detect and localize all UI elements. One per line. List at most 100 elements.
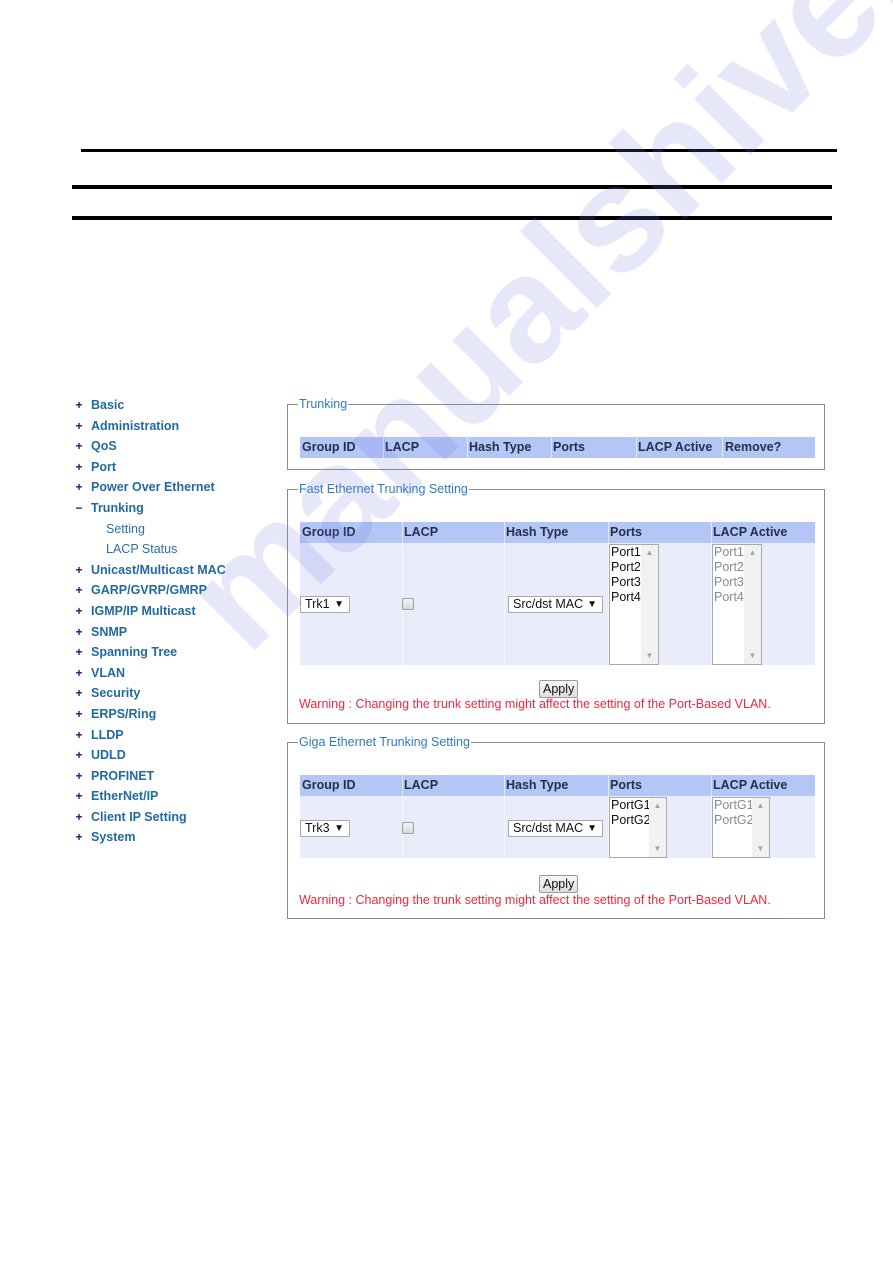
apply-button[interactable]: Apply [539, 875, 579, 893]
sidebar-item-port[interactable]: + Port [74, 457, 274, 478]
column-header-ports: Ports [610, 525, 642, 539]
lacp-checkbox[interactable] [402, 598, 414, 610]
sidebar-item-trunking[interactable]: − Trunking [74, 498, 274, 519]
column-header-lacp-active: LACP Active [638, 440, 713, 454]
fast-ethernet-trunking-fieldset: Fast Ethernet Trunking Setting Group ID … [287, 481, 825, 724]
expand-icon: + [75, 398, 83, 412]
hash-type-select[interactable]: Src/dst MAC ▼ [508, 820, 603, 837]
scroll-up-icon[interactable]: ▲ [649, 801, 666, 811]
sidebar-item-label: Basic [91, 398, 125, 412]
fieldset-legend: Giga Ethernet Trunking Setting [298, 734, 471, 750]
sidebar-subitem-label: Setting [106, 521, 145, 536]
sidebar-nav: + Basic + Administration + QoS + Port + Power… [74, 395, 274, 848]
scrollbar: ▲ ▼ [752, 798, 769, 857]
sidebar-item-label: Administration [91, 418, 180, 433]
sidebar-item-administration[interactable]: + Administration [74, 416, 274, 437]
scroll-down-icon[interactable]: ▼ [641, 651, 658, 661]
sidebar-item-label: EtherNet/IP [91, 789, 159, 804]
scroll-down-icon: ▼ [748, 651, 757, 660]
expand-icon: + [75, 748, 83, 763]
select-value: Src/dst MAC [513, 821, 584, 835]
table-row: Trk1 ▼ Src/dst MAC ▼ Port1 Port2 Port3 P… [300, 543, 815, 665]
sidebar-item-vlan[interactable]: + VLAN [74, 663, 274, 684]
scrollbar[interactable]: ▲ ▼ [641, 545, 658, 664]
sidebar-item-security[interactable]: + Security [74, 683, 274, 704]
sidebar-item-label: Client IP Setting [91, 809, 187, 824]
dropdown-arrow-icon: ▼ [587, 823, 597, 834]
sidebar-subitem-setting[interactable]: Setting [74, 519, 274, 540]
warning-message: Warning : Changing the trunk setting mig… [299, 893, 771, 907]
ports-listbox[interactable]: Port1 Port2 Port3 Port4 ▲ ▼ [609, 544, 659, 665]
sidebar-item-client-ip-setting[interactable]: + Client IP Setting [74, 807, 274, 828]
fast-table-header: Group ID LACP Hash Type Ports LACP Activ… [300, 522, 815, 543]
expand-icon: + [75, 686, 83, 701]
ports-listbox[interactable]: PortG1 PortG2 ▲ ▼ [609, 797, 667, 858]
scroll-up-icon[interactable]: ▲ [641, 548, 658, 558]
column-header-lacp-active: LACP Active [713, 778, 788, 792]
column-separator [722, 437, 723, 458]
select-value: Src/dst MAC [513, 597, 584, 611]
sidebar-item-power-over-ethernet[interactable]: + Power Over Ethernet [74, 477, 274, 498]
expand-icon: + [75, 562, 83, 577]
fieldset-legend: Trunking [298, 396, 349, 412]
column-header-lacp: LACP [404, 525, 439, 539]
sidebar-item-lldp[interactable]: + LLDP [74, 725, 274, 746]
scroll-up-icon: ▲ [756, 801, 765, 810]
select-value: Trk3 [305, 821, 330, 835]
hash-type-select[interactable]: Src/dst MAC ▼ [508, 596, 603, 613]
sidebar-item-ethernet-ip[interactable]: + EtherNet/IP [74, 786, 274, 807]
trunking-fieldset: Trunking Group ID LACP Hash Type Ports L… [287, 396, 825, 470]
sidebar-item-unicast-multicast-mac[interactable]: + Unicast/Multicast MAC [74, 560, 274, 581]
select-value: Trk1 [305, 597, 330, 611]
sidebar-item-label: Power Over Ethernet [91, 480, 215, 495]
expand-icon: + [75, 603, 83, 618]
column-header-ports: Ports [553, 440, 585, 454]
sidebar-item-udld[interactable]: + UDLD [74, 745, 274, 766]
scrollbar[interactable]: ▲ ▼ [649, 798, 666, 857]
sidebar-subitem-lacp-status[interactable]: LACP Status [74, 539, 274, 560]
column-header-hash-type: Hash Type [506, 778, 569, 792]
scroll-up-icon: ▲ [748, 548, 757, 557]
sidebar-item-snmp[interactable]: + SNMP [74, 622, 274, 643]
sidebar-item-erps-ring[interactable]: + ERPS/Ring [74, 704, 274, 725]
sidebar-item-spanning-tree[interactable]: + Spanning Tree [74, 642, 274, 663]
expand-icon: + [75, 789, 83, 804]
group-id-select[interactable]: Trk1 ▼ [300, 596, 350, 613]
sidebar-item-profinet[interactable]: + PROFINET [74, 766, 274, 787]
expand-icon: + [75, 480, 83, 495]
sidebar-item-label: SNMP [91, 624, 128, 639]
lacp-active-listbox: PortG1 PortG2 ▲ ▼ [712, 797, 770, 858]
scroll-down-icon[interactable]: ▼ [649, 844, 666, 854]
expand-icon: + [75, 665, 83, 680]
lacp-checkbox[interactable] [402, 822, 414, 834]
sidebar-item-garp-gvrp-gmrp[interactable]: + GARP/GVRP/GMRP [74, 580, 274, 601]
column-header-lacp-active: LACP Active [713, 525, 788, 539]
cell-separator [504, 543, 505, 665]
dropdown-arrow-icon: ▼ [587, 599, 597, 610]
sidebar-item-label: Port [91, 459, 116, 474]
sidebar-item-label: GARP/GVRP/GMRP [91, 583, 207, 598]
sidebar-item-label: Security [91, 686, 141, 701]
sidebar-item-igmp-ip-multicast[interactable]: + IGMP/IP Multicast [74, 601, 274, 622]
sidebar-item-label: QoS [91, 439, 117, 454]
expand-icon: + [75, 418, 83, 433]
expand-icon: + [75, 583, 83, 598]
column-header-group-id: Group ID [302, 778, 356, 792]
sidebar-item-label: Trunking [91, 500, 144, 515]
sidebar-item-system[interactable]: + System [74, 827, 274, 848]
column-header-lacp: LACP [404, 778, 439, 792]
cell-separator [504, 796, 505, 858]
group-id-select[interactable]: Trk3 ▼ [300, 820, 350, 837]
sidebar-item-label: PROFINET [91, 768, 155, 783]
sidebar-item-basic[interactable]: + Basic [74, 395, 274, 416]
horizontal-rule [72, 216, 832, 220]
scroll-down-icon: ▼ [756, 844, 765, 853]
sidebar-item-qos[interactable]: + QoS [74, 436, 274, 457]
column-header-hash-type: Hash Type [469, 440, 532, 454]
column-header-ports: Ports [610, 778, 642, 792]
sidebar-item-label: Unicast/Multicast MAC [91, 562, 226, 577]
dropdown-arrow-icon: ▼ [334, 823, 344, 834]
expand-icon: + [75, 830, 83, 845]
horizontal-rule [81, 149, 837, 152]
sidebar-item-label: System [91, 830, 136, 845]
